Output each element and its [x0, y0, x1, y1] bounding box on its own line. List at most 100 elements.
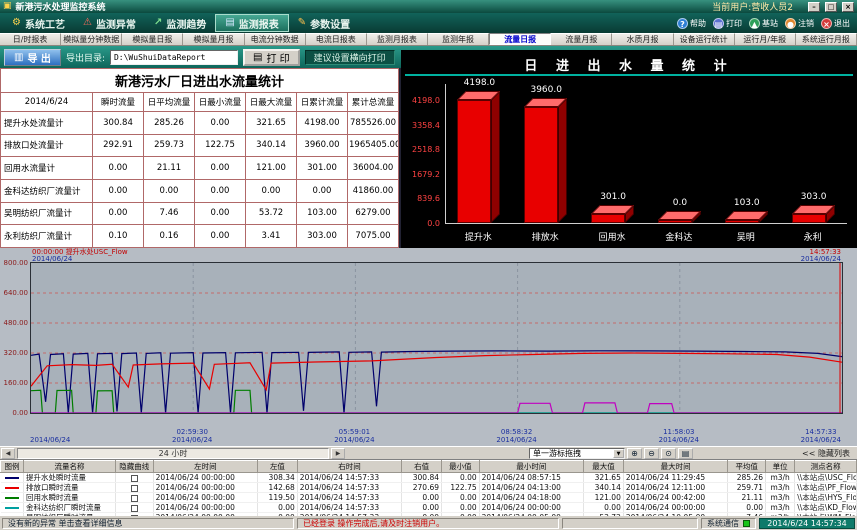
hide-curve-checkbox[interactable]	[131, 475, 138, 482]
chevron-down-icon[interactable]: ▼	[613, 449, 624, 458]
trend-x-time: 14:57:33	[801, 428, 841, 436]
tab-运行月/年报[interactable]: 运行月/年报	[735, 33, 796, 45]
hide-curve-checkbox[interactable]	[131, 485, 138, 492]
tab-日/时报表[interactable]: 日/时报表	[0, 33, 61, 45]
zoom-reset-button[interactable]: ⊙	[661, 448, 676, 459]
legend-cell	[1, 483, 24, 493]
hide-list-button[interactable]: << 隐藏列表	[802, 448, 850, 459]
exit-button[interactable]: ×退出	[821, 18, 850, 29]
zoom-out-button[interactable]: ⊖	[644, 448, 659, 459]
alarm-status[interactable]: 没有新的异常 单击查看详细信息	[2, 518, 294, 529]
report-cell: 7.46	[144, 202, 195, 225]
trend-table-row[interactable]: 提升水处瞬时流量2014/06/24 00:00:00308.342014/06…	[1, 473, 857, 483]
tab-模拟量分钟数据[interactable]: 模拟量分钟数据	[61, 33, 122, 45]
hide-curve-checkbox[interactable]	[131, 495, 138, 502]
menu-item-label: 监测异常	[96, 16, 136, 31]
tab-监测月报表[interactable]: 监测月报表	[367, 33, 428, 45]
menu-item-参数设置[interactable]: ✎参数设置	[289, 14, 359, 32]
trend-table-cell: \\本站点\PF_Flow	[795, 483, 857, 493]
legend-swatch	[5, 497, 19, 499]
report-column-header: 瞬时流量	[93, 93, 144, 112]
trend-x-time: 05:59:01	[334, 428, 374, 436]
tab-流量日报[interactable]: 流量日报	[489, 33, 551, 45]
menu-item-监测趋势[interactable]: ↗监测趋势	[145, 14, 215, 32]
tab-模拟量日报[interactable]: 模拟量日报	[122, 33, 183, 45]
export-icon: ▥	[14, 52, 23, 63]
logout-button[interactable]: ●注销	[785, 18, 814, 29]
trend-x-tick-label: 11:58:032014/06/24	[659, 428, 699, 444]
cursor-readout-right: 14:57:33 2014/06/24	[801, 249, 841, 263]
menu-item-系统工艺[interactable]: ⚙系统工艺	[3, 14, 74, 32]
trend-plot[interactable]	[30, 262, 843, 414]
print-button-label: 打 印	[266, 50, 289, 65]
trend-table-cell: 285.26	[728, 473, 766, 483]
trend-table-cell: 2014/06/24 08:57:15	[479, 473, 584, 483]
trend-chart-panel: 00:00:00 提升水处USC_Flow 2014/06/24 14:57:3…	[0, 248, 857, 446]
daily-report-table: 新港污水厂日进出水流量统计2014/6/24瞬时流量日平均流量日最小流量日最大流…	[0, 68, 399, 248]
print-button[interactable]: ▤ 打 印	[243, 49, 300, 66]
report-row: 回用水流量计0.0021.110.00121.00301.0036004.00	[1, 157, 399, 180]
tab-模拟量月报[interactable]: 模拟量月报	[183, 33, 244, 45]
report-cell: 292.91	[93, 134, 144, 157]
time-range-label: 24 小时	[159, 448, 188, 459]
trend-table-cell: 2014/06/24 04:18:00	[479, 493, 584, 503]
print-chart-button[interactable]: ▤	[678, 448, 693, 459]
tab-电流分钟数据[interactable]: 电流分钟数据	[245, 33, 306, 45]
scroll-right-button[interactable]: ▶	[331, 448, 345, 459]
tab-设备运行统计[interactable]: 设备运行统计	[674, 33, 735, 45]
bar-axis-tick-label: 2518.8	[401, 145, 440, 154]
trend-table-row[interactable]: 回用水瞬时流量2014/06/24 00:00:00119.502014/06/…	[1, 493, 857, 503]
report-cell: 53.72	[246, 202, 297, 225]
bar-chart-panel: 日 进 出 水 量 统 计 0.0839.61679.22518.83358.4…	[401, 50, 857, 248]
print-quick-button[interactable]: ▤打印	[713, 18, 742, 29]
scroll-left-button[interactable]: ◀	[1, 448, 15, 459]
report-cell: 4198.00	[297, 112, 348, 135]
tab-监测年报[interactable]: 监测年报	[428, 33, 489, 45]
bar-category-label: 回用水	[579, 230, 646, 243]
time-scrollbar[interactable]: 24 小时	[17, 448, 329, 459]
hide-curve-cell	[115, 483, 153, 493]
menu-item-监测报表[interactable]: ▤监测报表	[215, 14, 288, 32]
tab-系统运行月报[interactable]: 系统运行月报	[796, 33, 857, 45]
tab-电流日报表[interactable]: 电流日报表	[306, 33, 367, 45]
report-cell: 0.10	[93, 225, 144, 248]
maximize-button[interactable]: □	[825, 2, 837, 12]
trend-table-cell: 2014/06/24 00:00:00	[153, 483, 258, 493]
report-cell: 0.16	[144, 225, 195, 248]
trend-table-column-header: 最小时间	[479, 461, 584, 473]
exit-icon: ×	[821, 18, 832, 29]
trend-table-row[interactable]: 排放口瞬时流量2014/06/24 00:00:00142.682014/06/…	[1, 483, 857, 493]
trend-table-cell: 0.00	[728, 503, 766, 513]
menu-item-监测异常[interactable]: ⚠监测异常	[74, 14, 145, 32]
trend-table-column-header: 左时间	[153, 461, 258, 473]
cursor-mode-select[interactable]: 单一游标拖拽 ▼	[529, 448, 625, 459]
zoom-in-button[interactable]: ⊕	[627, 448, 642, 459]
report-row: 排放口处流量计292.91259.73122.75340.143960.0019…	[1, 134, 399, 157]
trend-series-排放口瞬时流量	[31, 353, 842, 390]
cursor-readout-left: 00:00:00 提升水处USC_Flow 2014/06/24	[32, 249, 128, 263]
report-row-name: 排放口处流量计	[1, 134, 93, 157]
trend-table-row[interactable]: 金科达纺织厂瞬时流量2014/06/24 00:00:000.002014/06…	[1, 503, 857, 513]
comm-led-icon	[743, 520, 750, 527]
close-button[interactable]: ×	[842, 2, 854, 12]
trend-y-tick-label: 800.00	[1, 259, 28, 267]
report-cell: 0.00	[93, 157, 144, 180]
station-button[interactable]: ▲基站	[749, 18, 778, 29]
report-column-header: 累计总流量	[348, 93, 399, 112]
tab-水质月报[interactable]: 水质月报	[612, 33, 673, 45]
legend-swatch	[5, 477, 19, 479]
bar-side-face	[491, 91, 500, 223]
trend-x-date: 2014/06/24	[659, 436, 699, 444]
quick-button-label: 打印	[726, 18, 742, 29]
help-button[interactable]: ?帮助	[677, 18, 706, 29]
print-hint: 建议设置横向打印	[305, 50, 395, 65]
export-dir-input[interactable]	[110, 50, 238, 65]
report-row-name: 提升水处流量计	[1, 112, 93, 135]
hide-curve-checkbox[interactable]	[131, 505, 138, 512]
minimize-button[interactable]: –	[808, 2, 820, 12]
tab-流量月报[interactable]: 流量月报	[551, 33, 612, 45]
export-button[interactable]: ▥ 导 出	[4, 49, 61, 66]
menu-item-label: 参数设置	[310, 16, 350, 31]
trend-table-cell: 2014/06/24 00:00:00	[153, 493, 258, 503]
help-icon: ?	[677, 18, 688, 29]
